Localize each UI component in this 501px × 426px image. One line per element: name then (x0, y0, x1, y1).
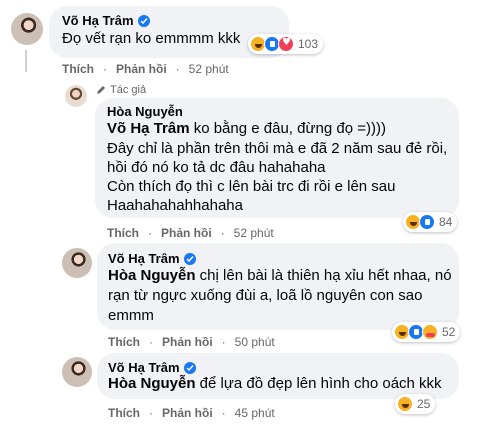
care-reaction-icon (422, 324, 438, 340)
comment-actions: Thích · Phản hồi · 50 phút (108, 335, 275, 349)
mention-link[interactable]: Võ Hạ Trâm (107, 120, 190, 137)
timestamp[interactable]: 45 phút (235, 406, 275, 420)
verified-badge-icon (183, 252, 196, 265)
reply-link[interactable]: Phản hồi (162, 406, 213, 420)
reaction-summary[interactable]: 103 (248, 34, 324, 54)
avatar[interactable] (62, 357, 92, 387)
avatar[interactable] (65, 85, 87, 107)
comment-actions: Thích · Phản hồi · 52 phút (107, 226, 274, 240)
avatar[interactable] (62, 248, 92, 278)
comment-text-line: Đây chỉ là phần trên thôi mà e đã 2 năm … (107, 140, 448, 157)
comment-text-line: rạn từ ngực xuống đùi a, loã lồ nguyên c… (108, 287, 423, 304)
comment-text-line: hồi đó nó ko tả dc đâu hahahaha (107, 159, 326, 176)
pen-icon (97, 86, 105, 94)
comment-actions: Thích · Phản hồi · 52 phút (62, 62, 229, 76)
timestamp[interactable]: 50 phút (235, 335, 275, 349)
like-link[interactable]: Thích (62, 62, 94, 76)
comment-text: Hòa Nguyễn để lựa đồ đẹp lên hình cho oá… (108, 375, 442, 392)
timestamp[interactable]: 52 phút (234, 226, 274, 240)
avatar[interactable] (11, 13, 43, 45)
verified-badge-icon (137, 14, 150, 27)
thread-line (25, 50, 27, 72)
comment-text: Đọ vết rạn ko emmmm kkk (62, 30, 241, 47)
reaction-summary[interactable]: 25 (395, 394, 436, 414)
timestamp[interactable]: 52 phút (189, 62, 229, 76)
comment-text: Hòa Nguyễn chị lên bài là thiên hạ xỉu h… (108, 267, 452, 284)
reaction-count: 103 (298, 37, 319, 51)
like-link[interactable]: Thích (108, 335, 140, 349)
reaction-summary[interactable]: 52 (392, 322, 461, 342)
comment-text: Võ Hạ Trâm ko bằng e đâu, đừng đọ =)))) (107, 120, 386, 137)
comment-author[interactable]: Hòa Nguyễn (107, 104, 183, 119)
mention-link[interactable]: Hòa Nguyễn (108, 267, 196, 284)
like-reaction-icon (419, 214, 435, 230)
reply-link[interactable]: Phản hồi (161, 226, 212, 240)
reaction-count: 84 (439, 215, 453, 229)
comment-author[interactable]: Võ Hạ Trâm (108, 360, 196, 375)
reaction-count: 52 (442, 325, 456, 339)
love-reaction-icon (278, 36, 294, 52)
comment-text-line: Haahahahahhahaha (107, 197, 243, 214)
like-link[interactable]: Thích (108, 406, 140, 420)
comment-author[interactable]: Võ Hạ Trâm (62, 13, 150, 28)
comment-text-line: emmm (108, 307, 154, 324)
comment-text-line: Còn thích đọ thì c lên bài trc đi rồi e … (107, 178, 396, 195)
haha-reaction-icon (397, 396, 413, 412)
reply-link[interactable]: Phản hồi (116, 62, 167, 76)
comment-actions: Thích · Phản hồi · 45 phút (108, 406, 275, 420)
mention-link[interactable]: Hòa Nguyễn (108, 375, 196, 392)
reaction-summary[interactable]: 84 (403, 212, 458, 232)
verified-badge-icon (183, 361, 196, 374)
comment-author[interactable]: Võ Hạ Trâm (108, 251, 196, 266)
reply-link[interactable]: Phản hồi (162, 335, 213, 349)
reaction-count: 25 (417, 397, 431, 411)
author-tag: Tác giả (96, 84, 146, 96)
like-link[interactable]: Thích (107, 226, 139, 240)
